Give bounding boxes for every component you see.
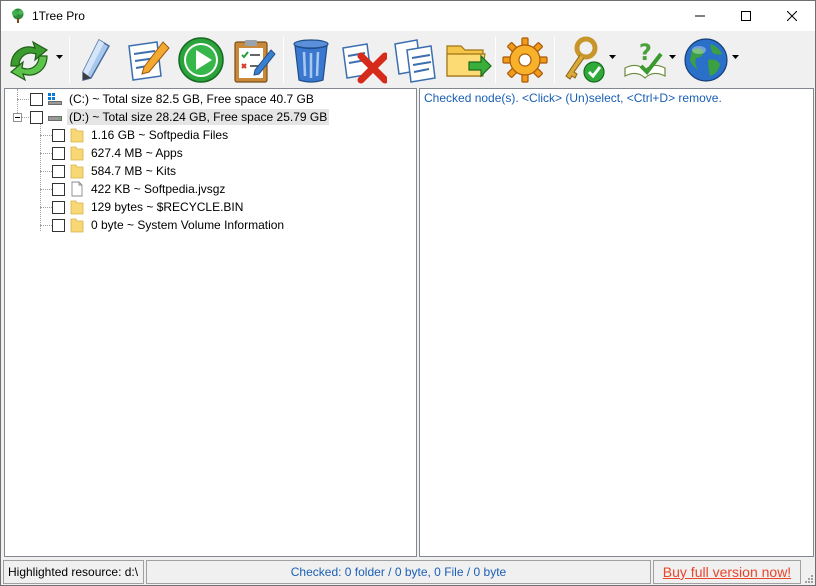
tree-icon [10,8,26,24]
globe-icon [682,36,730,84]
checkbox[interactable] [52,128,65,142]
collapse-toggle[interactable] [13,113,22,122]
tree-node-drive-c[interactable]: (C:) ~ Total size 82.5 GB, Free space 40… [30,90,316,108]
tree-node-drive-d[interactable]: (D:) ~ Total size 28.24 GB, Free space 2… [30,108,330,126]
folder-icon [69,217,85,233]
toolbar-separator [495,37,496,83]
remove-button[interactable] [339,33,387,87]
tree-node-label: (C:) ~ Total size 82.5 GB, Free space 40… [69,92,314,106]
status-bar: Highlighted resource: d:\ Checked: 0 fol… [1,558,815,585]
buy-status-cell: Buy full version now! [653,560,801,584]
tree-node-file[interactable]: 422 KB ~ Softpedia.jvsgz [52,180,227,198]
copy-button[interactable] [391,33,439,87]
folder-icon [69,199,85,215]
app-window: 1Tree Pro ? (C:) ~ Total size 82.5 GB, F… [0,0,816,586]
settings-gear-icon [501,36,549,84]
close-icon [787,11,797,21]
resize-grip-icon[interactable] [803,573,814,584]
title-bar[interactable]: 1Tree Pro [1,1,815,31]
web-dropdown-arrow-icon[interactable] [732,55,739,60]
checklist-icon [229,36,277,84]
checkbox[interactable] [52,182,65,196]
toolbar: ? [1,31,815,88]
toolbar-separator [283,37,284,83]
tree-node-label: 0 byte ~ System Volume Information [91,218,285,232]
register-dropdown-arrow-icon[interactable] [609,55,616,60]
maximize-icon [741,11,751,21]
pencil-button[interactable] [77,33,117,87]
refresh-dropdown-arrow-icon[interactable] [56,55,63,60]
key-register-icon [560,36,608,84]
remove-icon [339,36,387,84]
refresh-icon [5,36,53,84]
folder-icon [69,145,85,161]
buy-full-version-link[interactable]: Buy full version now! [663,564,791,580]
tree-connector [40,171,52,172]
tree-connector [40,189,52,190]
checkbox[interactable] [30,110,43,124]
tree-node-label: 627.4 MB ~ Apps [91,146,183,160]
close-button[interactable] [769,1,815,31]
checkbox[interactable] [30,92,43,106]
tree-node-label: 422 KB ~ Softpedia.jvsgz [91,182,226,196]
tree-node-label: 1.16 GB ~ Softpedia Files [91,128,229,142]
maximize-button[interactable] [723,1,769,31]
edit-notes-button[interactable] [123,33,171,87]
folder-icon [69,163,85,179]
tree-connector [17,99,31,100]
checklist-button[interactable] [229,33,277,87]
highlighted-resource-status: Highlighted resource: d:\ [3,560,144,584]
tree-connector [40,153,52,154]
toolbar-separator [554,37,555,83]
tree-node-folder[interactable]: 129 bytes ~ $RECYCLE.BIN [52,198,245,216]
file-icon [69,181,85,197]
edit-notes-icon [123,36,171,84]
help-dropdown-arrow-icon[interactable] [669,55,676,60]
highlighted-resource-text: Highlighted resource: d:\ [8,565,139,579]
svg-text:?: ? [639,41,652,66]
minimize-button[interactable] [677,1,723,31]
tree-connector [40,207,52,208]
tree-node-label: 129 bytes ~ $RECYCLE.BIN [91,200,244,214]
folder-icon [69,127,85,143]
checked-nodes-panel[interactable]: Checked node(s). <Click> (Un)select, <Ct… [419,88,814,557]
move-folder-icon [443,36,493,84]
checkbox[interactable] [52,164,65,178]
tree-node-folder[interactable]: 627.4 MB ~ Apps [52,144,185,162]
checked-summary-status: Checked: 0 folder / 0 byte, 0 File / 0 b… [146,560,651,584]
checkbox[interactable] [52,146,65,160]
tree-connector [40,123,41,231]
help-icon: ? [621,36,669,84]
checkbox[interactable] [52,218,65,232]
checked-summary-text: Checked: 0 folder / 0 byte, 0 File / 0 b… [290,565,507,579]
tree-connector [40,225,52,226]
play-icon [177,36,225,84]
tree-connector [40,135,52,136]
run-button[interactable] [177,33,225,87]
windows-drive-icon [47,91,63,107]
tree-node-folder[interactable]: 584.7 MB ~ Kits [52,162,178,180]
minimize-icon [695,15,705,17]
drive-icon [47,109,63,125]
move-button[interactable] [443,33,493,87]
tree-node-folder[interactable]: 0 byte ~ System Volume Information [52,216,286,234]
tree-node-label: (D:) ~ Total size 28.24 GB, Free space 2… [67,109,330,125]
tree-view[interactable]: (C:) ~ Total size 82.5 GB, Free space 40… [4,88,417,557]
checked-nodes-hint: Checked node(s). <Click> (Un)select, <Ct… [424,91,722,105]
toolbar-separator [69,37,70,83]
register-button[interactable] [560,33,608,87]
help-button[interactable]: ? [621,33,669,87]
delete-button[interactable] [290,33,332,87]
tree-node-label: 584.7 MB ~ Kits [91,164,177,178]
refresh-button[interactable] [5,33,53,87]
web-button[interactable] [682,33,730,87]
tree-node-folder[interactable]: 1.16 GB ~ Softpedia Files [52,126,230,144]
settings-button[interactable] [501,33,549,87]
trash-icon [290,36,332,84]
checkbox[interactable] [52,200,65,214]
window-title: 1Tree Pro [32,9,85,23]
pencil-icon [77,36,117,84]
copy-icon [391,36,439,84]
